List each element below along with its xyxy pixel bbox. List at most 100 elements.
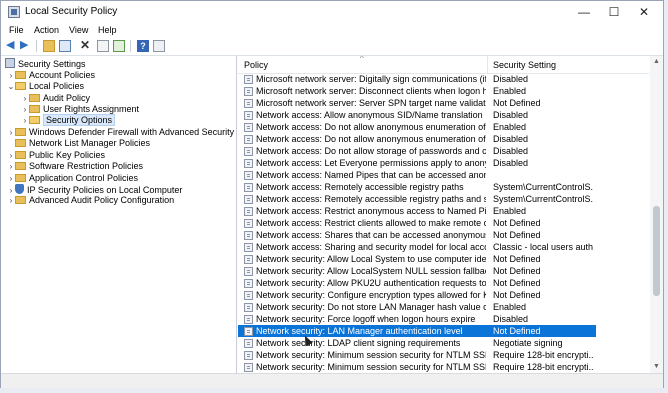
maximize-button[interactable]: ☐ — [599, 3, 629, 21]
security-setting-value: Require 128-bit encrypti... — [493, 350, 593, 360]
scrollbar-thumb[interactable] — [653, 206, 660, 296]
chevron-right-icon[interactable]: › — [7, 173, 15, 184]
filter-icon[interactable] — [153, 40, 165, 52]
column-divider[interactable] — [487, 56, 488, 73]
folder-icon — [15, 162, 26, 170]
tree-item-label: Advanced Audit Policy Configuration — [29, 195, 175, 205]
tree-item-audit-policy[interactable]: › Audit Policy — [21, 93, 90, 104]
security-setting-value: Enabled — [493, 302, 527, 312]
chevron-right-icon[interactable]: › — [21, 115, 29, 126]
policy-name: Network security: Do not store LAN Manag… — [256, 302, 486, 312]
policy-row[interactable]: Network access: Sharing and security mod… — [238, 241, 649, 253]
tree-item-application-control[interactable]: › Application Control Policies — [7, 173, 138, 184]
tree-item-label: Local Policies — [29, 81, 85, 91]
column-header-security-setting[interactable]: Security Setting — [493, 60, 556, 70]
policy-icon — [244, 99, 253, 108]
policy-row[interactable]: Network access: Remotely accessible regi… — [238, 193, 649, 205]
policy-row[interactable]: Network access: Shares that can be acces… — [238, 229, 649, 241]
policy-name: Network access: Let Everyone permissions… — [256, 158, 486, 168]
toolbar-separator — [130, 40, 131, 52]
chevron-right-icon[interactable]: › — [21, 93, 29, 104]
policy-row[interactable]: Network security: LAN Manager authentica… — [238, 325, 596, 337]
tree-item-public-key-policies[interactable]: › Public Key Policies — [7, 150, 105, 161]
tree-item-label: Windows Defender Firewall with Advanced … — [29, 127, 235, 137]
policy-row[interactable]: Network access: Do not allow anonymous e… — [238, 121, 649, 133]
back-arrow-icon[interactable]: ◀ — [6, 40, 18, 52]
policy-name: Network access: Named Pipes that can be … — [256, 170, 486, 180]
policy-icon — [244, 171, 253, 180]
tree-item-account-policies[interactable]: › Account Policies — [7, 70, 95, 81]
policy-row[interactable]: Microsoft network server: Disconnect cli… — [238, 85, 649, 97]
menu-help[interactable]: Help — [98, 25, 117, 35]
tree-item-security-options[interactable]: › Security Options — [21, 114, 116, 126]
tree-item-network-list-manager[interactable]: Network List Manager Policies — [7, 138, 150, 149]
policy-row[interactable]: Network security: Force logoff when logo… — [238, 313, 649, 325]
chevron-down-icon[interactable]: ⌄ — [7, 81, 15, 92]
folder-icon — [15, 71, 26, 79]
forward-arrow-icon[interactable]: ▶ — [20, 40, 32, 52]
policy-icon — [244, 243, 253, 252]
tree-item-advanced-audit-policy[interactable]: › Advanced Audit Policy Configuration — [7, 195, 174, 206]
show-tree-icon[interactable] — [59, 40, 71, 52]
chevron-right-icon[interactable]: › — [7, 127, 15, 138]
policy-row[interactable]: Network access: Named Pipes that can be … — [238, 169, 649, 181]
scroll-up-arrow-icon[interactable]: ▲ — [650, 56, 663, 68]
menu-bar: File Action View Help — [1, 23, 663, 38]
chevron-right-icon[interactable]: › — [7, 161, 15, 172]
policy-name: Network access: Remotely accessible regi… — [256, 182, 464, 192]
policy-row[interactable]: Network security: Minimum session securi… — [238, 361, 649, 373]
tree-root-security-settings[interactable]: Security Settings — [5, 58, 86, 69]
tree-item-windows-defender-firewall[interactable]: › Windows Defender Firewall with Advanced… — [7, 127, 234, 138]
policy-row[interactable]: Microsoft network server: Server SPN tar… — [238, 97, 649, 109]
export-icon[interactable] — [113, 40, 125, 52]
policy-icon — [244, 339, 253, 348]
chevron-right-icon[interactable]: › — [7, 70, 15, 81]
close-button[interactable]: ✕ — [629, 3, 659, 21]
policy-name: Network security: Configure encryption t… — [256, 290, 486, 300]
tree-item-software-restriction[interactable]: › Software Restriction Policies — [7, 161, 143, 172]
security-setting-value: Disabled — [493, 110, 529, 120]
column-header-policy[interactable]: Policy — [244, 60, 268, 70]
help-icon[interactable]: ? — [137, 40, 149, 52]
folder-icon — [15, 128, 26, 136]
chevron-right-icon[interactable]: › — [21, 104, 29, 115]
policy-row[interactable]: Network security: Do not store LAN Manag… — [238, 301, 649, 313]
up-folder-icon[interactable] — [43, 40, 55, 52]
policy-name: Network security: LAN Manager authentica… — [256, 326, 463, 336]
policy-row[interactable]: Network access: Do not allow anonymous e… — [238, 133, 649, 145]
policy-row[interactable]: Network security: Allow LocalSystem NULL… — [238, 265, 649, 277]
properties-icon[interactable] — [97, 40, 109, 52]
tree-item-label: Security Settings — [18, 59, 86, 69]
menu-view[interactable]: View — [69, 25, 88, 35]
policy-name: Network access: Allow anonymous SID/Name… — [256, 110, 483, 120]
menu-file[interactable]: File — [9, 25, 24, 35]
folder-icon — [15, 174, 26, 182]
chevron-right-icon[interactable]: › — [7, 195, 15, 206]
policy-row[interactable]: Network access: Remotely accessible regi… — [238, 181, 649, 193]
policy-row[interactable]: Network security: Minimum session securi… — [238, 349, 649, 361]
policy-row[interactable]: Network access: Restrict clients allowed… — [238, 217, 649, 229]
policy-row[interactable]: Network access: Do not allow storage of … — [238, 145, 649, 157]
menu-action[interactable]: Action — [34, 25, 59, 35]
delete-icon[interactable]: ✕ — [80, 39, 92, 52]
policy-row[interactable]: Network security: Configure encryption t… — [238, 289, 649, 301]
policy-name: Microsoft network server: Server SPN tar… — [256, 98, 486, 108]
tree-item-local-policies[interactable]: ⌄ Local Policies — [7, 81, 84, 92]
policy-row[interactable]: Microsoft network server: Digitally sign… — [238, 73, 649, 85]
security-setting-value: Not Defined — [493, 254, 541, 264]
minimize-button[interactable]: — — [569, 3, 599, 21]
scroll-down-arrow-icon[interactable]: ▼ — [650, 361, 663, 373]
security-setting-value: Not Defined — [493, 278, 541, 288]
policy-row[interactable]: Network security: Allow PKU2U authentica… — [238, 277, 649, 289]
vertical-scrollbar[interactable]: ▲ ▼ — [650, 56, 663, 373]
policy-row[interactable]: Network security: Allow Local System to … — [238, 253, 649, 265]
policy-row[interactable]: Network access: Allow anonymous SID/Name… — [238, 109, 649, 121]
chevron-right-icon[interactable]: › — [7, 150, 15, 161]
tree-item-ip-security-policies[interactable]: › IP Security Policies on Local Computer — [7, 184, 182, 195]
policy-row[interactable]: Network security: LDAP client signing re… — [238, 337, 649, 349]
policy-icon — [244, 255, 253, 264]
security-setting-value: Enabled — [493, 86, 527, 96]
policy-row[interactable]: Network access: Let Everyone permissions… — [238, 157, 649, 169]
tree-item-label: Public Key Policies — [29, 150, 106, 160]
policy-row[interactable]: Network access: Restrict anonymous acces… — [238, 205, 649, 217]
